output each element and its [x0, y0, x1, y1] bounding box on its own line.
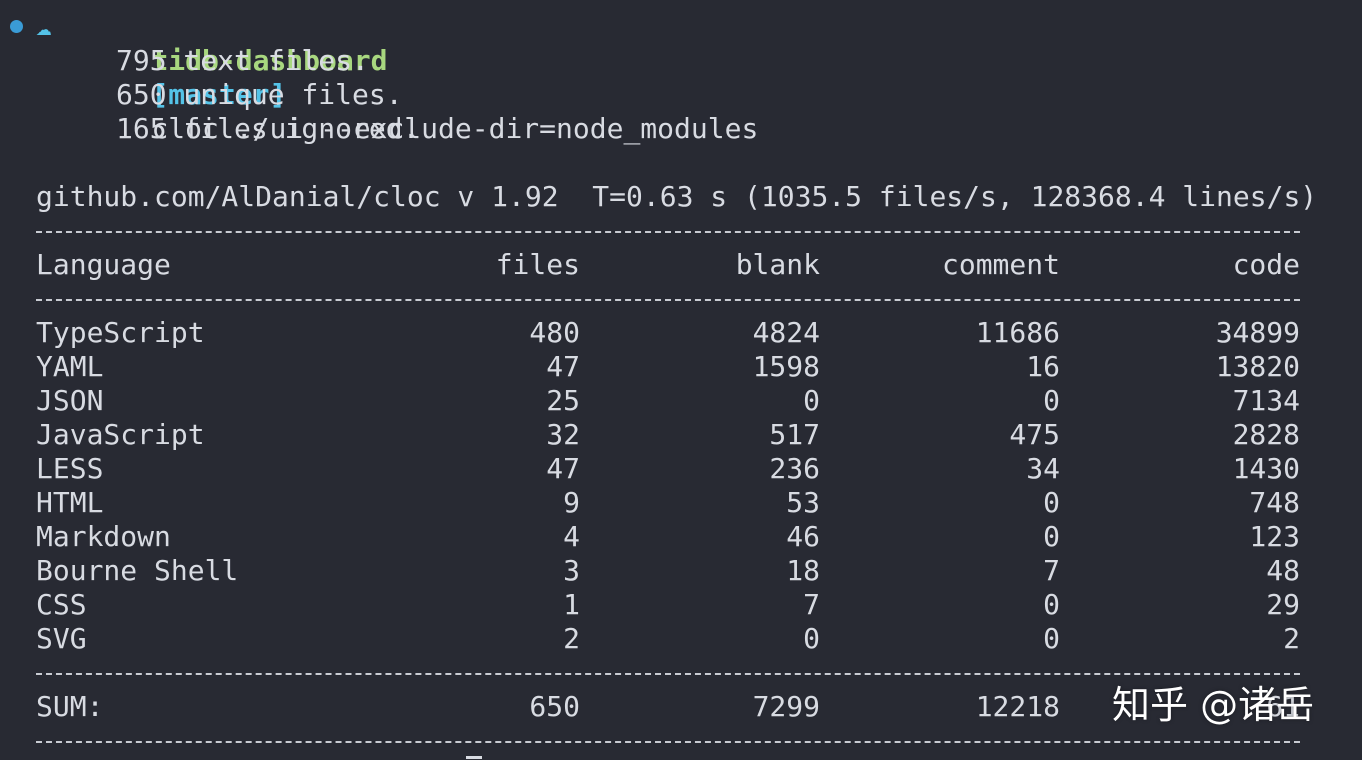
table-sum-row: SUM: 650 7299 12218 61: [36, 690, 1300, 724]
terminal-window[interactable]: ☁ tidb-dashboard [master] cloc ./ui --ex…: [0, 0, 1362, 760]
cell-language: SVG: [36, 622, 87, 655]
cell-files: 47: [546, 350, 580, 383]
cell-blank: 7: [803, 588, 820, 621]
table-row: JavaScript 32 517 475 2828: [36, 418, 1300, 452]
table-row: SVG 2 0 0 2: [36, 622, 1300, 656]
cell-code: 1430: [1232, 452, 1300, 485]
cell-comment: 34: [1026, 452, 1060, 485]
table-row: LESS 47 236 34 1430: [36, 452, 1300, 486]
separator-sum: [36, 673, 1300, 675]
cell-files: 47: [546, 452, 580, 485]
cell-code: 48: [1266, 554, 1300, 587]
cell-code: 7134: [1232, 384, 1300, 417]
cell-comment: 0: [1043, 622, 1060, 655]
cell-language: Bourne Shell: [36, 554, 239, 587]
cell-language: LESS: [36, 452, 104, 485]
cell-code: 34899: [1215, 316, 1300, 349]
cell-comment: 0: [1043, 384, 1060, 417]
cell-comment: 0: [1043, 588, 1060, 621]
table-row: Bourne Shell 3 18 7 48: [36, 554, 1300, 588]
header-language: Language: [36, 248, 171, 281]
cell-blank: 0: [803, 622, 820, 655]
cell-files: 32: [546, 418, 580, 451]
separator-bottom: [36, 741, 1300, 743]
cell-blank: 0: [803, 384, 820, 417]
cell-code: 29: [1266, 588, 1300, 621]
cell-language: YAML: [36, 350, 104, 383]
cell-code: 123: [1249, 520, 1300, 553]
cell-blank: 18: [786, 554, 820, 587]
cell-blank: 236: [769, 452, 820, 485]
separator-top: [36, 231, 1300, 233]
cell-files: 2: [563, 622, 580, 655]
cell-code: 13820: [1215, 350, 1300, 383]
sum-files: 650: [529, 690, 580, 723]
cell-comment: 0: [1043, 520, 1060, 553]
cell-code: 2828: [1232, 418, 1300, 451]
cell-blank: 1598: [752, 350, 820, 383]
cell-files: 3: [563, 554, 580, 587]
summary-text-files: 795 text files.: [116, 44, 369, 77]
table-row: Markdown 4 46 0 123: [36, 520, 1300, 554]
table-row: TypeScript 480 4824 11686 34899: [36, 316, 1300, 350]
cell-blank: 4824: [752, 316, 820, 349]
table-header-row: Language files blank comment code: [36, 248, 1300, 282]
cell-language: HTML: [36, 486, 104, 519]
cell-comment: 11686: [975, 316, 1060, 349]
cell-comment: 7: [1043, 554, 1060, 587]
table-row: YAML 47 1598 16 13820: [36, 350, 1300, 384]
sum-blank: 7299: [752, 690, 820, 723]
cell-files: 9: [563, 486, 580, 519]
status-dot-icon: [10, 20, 23, 33]
text-cursor: [466, 756, 482, 759]
cell-language: TypeScript: [36, 316, 205, 349]
header-blank: blank: [735, 248, 820, 281]
cell-blank: 517: [769, 418, 820, 451]
summary-ignored-files: 165 files ignored.: [116, 112, 420, 145]
cell-language: Markdown: [36, 520, 171, 553]
table-row: CSS 1 7 0 29: [36, 588, 1300, 622]
cell-code: 2: [1283, 622, 1300, 655]
cell-language: CSS: [36, 588, 87, 621]
cell-comment: 475: [1009, 418, 1060, 451]
header-code: code: [1232, 248, 1300, 281]
cell-files: 1: [563, 588, 580, 621]
separator-header: [36, 299, 1300, 301]
cell-files: 4: [563, 520, 580, 553]
cell-files: 25: [546, 384, 580, 417]
prompt-cloud-icon: ☁: [36, 12, 52, 42]
cell-comment: 16: [1026, 350, 1060, 383]
table-row: JSON 25 0 0 7134: [36, 384, 1300, 418]
version-line: github.com/AlDanial/cloc v 1.92 T=0.63 s…: [36, 180, 1318, 213]
sum-comment: 12218: [975, 690, 1060, 723]
sum-label: SUM:: [36, 690, 104, 723]
cell-files: 480: [529, 316, 580, 349]
watermark-text: 知乎 @诸岳: [1112, 683, 1315, 727]
command-line: tidb-dashboard [master] cloc ./ui --excl…: [84, 10, 758, 145]
cell-code: 748: [1249, 486, 1300, 519]
cell-blank: 46: [786, 520, 820, 553]
header-comment: comment: [941, 248, 1060, 281]
header-files: files: [495, 248, 580, 281]
cell-language: JSON: [36, 384, 104, 417]
summary-unique-files: 650 unique files.: [116, 78, 403, 111]
cell-comment: 0: [1043, 486, 1060, 519]
cell-language: JavaScript: [36, 418, 205, 451]
cell-blank: 53: [786, 486, 820, 519]
table-row: HTML 9 53 0 748: [36, 486, 1300, 520]
